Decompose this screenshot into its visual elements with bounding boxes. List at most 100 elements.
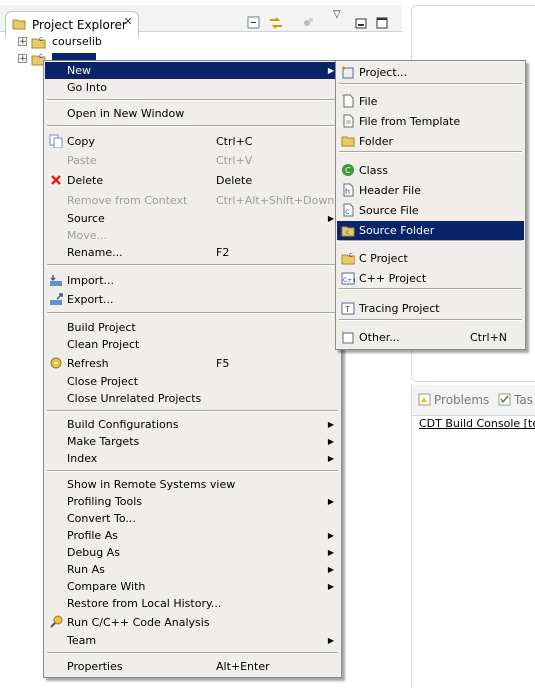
menu-item-compare-with[interactable]: Compare With ▶ xyxy=(45,578,340,595)
menu-item-build-project[interactable]: Build Project xyxy=(45,319,340,336)
menu-item-label: Folder xyxy=(359,135,393,148)
new-menu-item-class[interactable]: C Class xyxy=(337,161,524,180)
menu-item-convert-to[interactable]: Convert To... xyxy=(45,510,340,527)
new-project-icon xyxy=(342,65,354,79)
menu-item-properties[interactable]: Properties Alt+Enter xyxy=(45,658,340,675)
tab-tasks[interactable]: Tas xyxy=(498,393,533,407)
submenu-arrow-icon: ▶ xyxy=(327,531,334,540)
import-icon xyxy=(50,275,62,286)
tracing-project-icon: T xyxy=(341,302,355,315)
console-tab-bar: Problems Tas xyxy=(412,385,535,416)
cpp-project-icon: C++ xyxy=(341,272,355,285)
menu-separator xyxy=(47,470,338,472)
expand-icon[interactable]: + xyxy=(18,54,27,64)
menu-item-copy[interactable]: Copy Ctrl+C xyxy=(45,133,340,150)
menu-item-paste[interactable]: Paste Ctrl+V xyxy=(45,152,340,169)
submenu-arrow-icon: ▶ xyxy=(327,582,334,591)
link-with-editor-icon[interactable] xyxy=(268,15,284,31)
close-icon[interactable]: ✕ xyxy=(122,16,134,28)
submenu-arrow-icon: ▶ xyxy=(327,214,334,223)
maximize-icon[interactable] xyxy=(374,15,390,31)
console-view: Problems Tas CDT Build Console [test_ xyxy=(411,385,535,688)
menu-item-build-configurations[interactable]: Build Configurations ▶ xyxy=(45,416,340,433)
menu-item-delete[interactable]: Delete Delete xyxy=(45,172,340,189)
menu-item-team[interactable]: Team ▶ xyxy=(45,632,340,649)
new-menu-item-tracing-project[interactable]: T Tracing Project xyxy=(337,299,524,318)
menu-item-index[interactable]: Index ▶ xyxy=(45,450,340,467)
menu-item-shortcut: Ctrl+N xyxy=(470,331,508,344)
menu-item-open-in-new-window[interactable]: Open in New Window xyxy=(45,105,340,122)
menu-item-refresh[interactable]: Refresh F5 xyxy=(45,355,340,372)
menu-item-profile-as[interactable]: Profile As ▶ xyxy=(45,527,340,544)
menu-item-label: Paste xyxy=(67,154,97,167)
new-menu-item-project[interactable]: Project... xyxy=(337,63,524,82)
collapse-all-icon[interactable] xyxy=(246,15,262,31)
tree-item-label: courselib xyxy=(52,35,102,48)
menu-item-label: Profile As xyxy=(67,529,118,542)
menu-separator xyxy=(47,125,338,127)
menu-item-shortcut: F5 xyxy=(216,357,230,370)
c-project-icon: c xyxy=(31,35,46,49)
menu-item-shortcut: Alt+Enter xyxy=(216,660,270,673)
menu-item-label: Project... xyxy=(359,66,408,79)
other-wizard-icon xyxy=(341,330,354,344)
menu-item-make-targets[interactable]: Make Targets ▶ xyxy=(45,433,340,450)
svg-text:c: c xyxy=(346,229,349,236)
menu-item-close-project[interactable]: Close Project xyxy=(45,373,340,390)
menu-item-debug-as[interactable]: Debug As ▶ xyxy=(45,544,340,561)
menu-item-go-into[interactable]: Go Into xyxy=(45,79,340,96)
new-menu-item-folder[interactable]: Folder xyxy=(337,132,524,151)
menu-item-run-c-c-code-analysis[interactable]: Run C/C++ Code Analysis xyxy=(45,614,340,631)
menu-item-label: Close Unrelated Projects xyxy=(67,392,202,405)
new-menu-item-c-project[interactable]: c C Project xyxy=(337,249,524,268)
new-menu-item-header-file[interactable]: h Header File xyxy=(337,181,524,200)
menu-separator xyxy=(339,151,522,153)
menu-item-restore-from-local-history[interactable]: Restore from Local History... xyxy=(45,595,340,612)
menu-item-shortcut: Ctrl+C xyxy=(216,135,253,148)
copy-icon xyxy=(49,134,63,148)
menu-item-label: Build Project xyxy=(67,321,136,334)
menu-item-profiling-tools[interactable]: Profiling Tools ▶ xyxy=(45,493,340,510)
menu-separator xyxy=(47,652,338,654)
menu-item-rename[interactable]: Rename... F2 xyxy=(45,244,340,261)
menu-item-move[interactable]: Move... xyxy=(45,227,340,244)
menu-item-import[interactable]: Import... xyxy=(45,272,340,289)
new-menu-item-source-file[interactable]: c Source File xyxy=(337,201,524,220)
code-analysis-icon xyxy=(50,615,63,628)
menu-item-label: Clean Project xyxy=(67,338,140,351)
menu-item-new[interactable]: New ▶ xyxy=(45,62,340,79)
menu-item-label: Move... xyxy=(67,229,107,242)
menu-item-run-as[interactable]: Run As ▶ xyxy=(45,561,340,578)
context-menu: New ▶ Go Into Open in New Window Copy Ctrl+C P… xyxy=(43,60,342,678)
menu-item-label: Delete xyxy=(67,174,104,187)
menu-item-label: Debug As xyxy=(67,546,120,559)
menu-item-clean-project[interactable]: Clean Project xyxy=(45,336,340,353)
new-menu-item-source-folder[interactable]: c Source Folder xyxy=(337,221,524,240)
menu-item-label: Remove from Context xyxy=(67,194,188,207)
expand-icon[interactable]: + xyxy=(18,37,27,47)
menu-separator xyxy=(339,83,522,85)
new-menu-item-file-from-template[interactable]: File from Template xyxy=(337,112,524,131)
submenu-arrow-icon: ▶ xyxy=(327,437,334,446)
svg-text:c: c xyxy=(345,207,349,216)
menu-item-label: Build Configurations xyxy=(67,418,179,431)
menu-item-label: Tracing Project xyxy=(359,302,440,315)
view-menu-chevron-icon[interactable]: ▽ xyxy=(333,9,349,25)
minimize-icon[interactable] xyxy=(353,15,369,31)
new-menu-item-c-project[interactable]: C++ C++ Project xyxy=(337,269,524,288)
menu-item-show-in-remote-systems-view[interactable]: Show in Remote Systems view xyxy=(45,476,340,493)
menu-item-label: Open in New Window xyxy=(67,107,185,120)
menu-item-remove-from-context[interactable]: Remove from Context Ctrl+Alt+Shift+Down xyxy=(45,192,340,209)
menu-item-label: File from Template xyxy=(359,115,461,128)
menu-item-label: Profiling Tools xyxy=(67,495,143,508)
view-menu-dots-icon[interactable] xyxy=(301,15,317,31)
menu-item-close-unrelated-projects[interactable]: Close Unrelated Projects xyxy=(45,390,340,407)
menu-item-label: Header File xyxy=(359,184,421,197)
new-menu-item-file[interactable]: File xyxy=(337,92,524,111)
menu-item-export[interactable]: Export... xyxy=(45,291,340,308)
menu-item-label: Index xyxy=(67,452,98,465)
file-template-icon xyxy=(343,114,354,128)
new-menu-item-other[interactable]: Other... Ctrl+N xyxy=(337,328,524,347)
tab-problems[interactable]: Problems xyxy=(418,393,489,407)
menu-item-source[interactable]: Source ▶ xyxy=(45,210,340,227)
